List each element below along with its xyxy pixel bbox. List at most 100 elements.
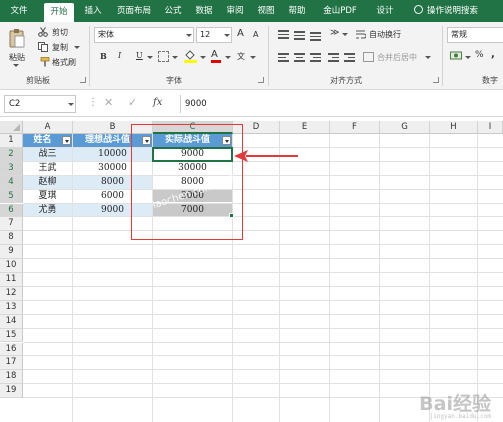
- clipboard-launcher-icon[interactable]: [80, 77, 86, 83]
- paste-dropdown-icon[interactable]: [13, 64, 19, 67]
- column-header-a[interactable]: A: [23, 121, 73, 134]
- row-header-3[interactable]: 3: [0, 161, 23, 176]
- orientation-dropdown-icon[interactable]: [342, 33, 348, 36]
- table-cell[interactable]: 王武: [23, 162, 72, 175]
- row-header-15[interactable]: 15: [0, 328, 23, 343]
- increase-indent-icon[interactable]: [344, 53, 355, 62]
- currency-dropdown-icon[interactable]: [465, 56, 471, 59]
- italic-button[interactable]: I: [118, 51, 121, 60]
- row-header-8[interactable]: 8: [0, 231, 23, 246]
- tab-file[interactable]: 文件: [4, 0, 34, 22]
- border-icon[interactable]: [158, 51, 169, 62]
- tab-insert[interactable]: 插入: [80, 0, 106, 22]
- row-header-10[interactable]: 10: [0, 259, 23, 273]
- column-header-e[interactable]: E: [280, 121, 330, 134]
- merge-center-icon[interactable]: [363, 52, 374, 62]
- row-header-18[interactable]: 18: [0, 370, 23, 385]
- align-left-icon[interactable]: [278, 53, 289, 62]
- row-header-12[interactable]: 12: [0, 286, 23, 301]
- font-color-button[interactable]: A: [211, 49, 221, 63]
- font-name-dropdown-icon[interactable]: [186, 34, 192, 37]
- format-painter-icon[interactable]: [40, 57, 50, 67]
- decrease-font-button[interactable]: A: [253, 30, 258, 39]
- insert-function-icon[interactable]: fx: [153, 97, 162, 108]
- copy-dropdown-icon[interactable]: [74, 46, 80, 49]
- paste-label[interactable]: 粘贴: [9, 52, 25, 63]
- row-header-19[interactable]: 19: [0, 384, 23, 399]
- row-header-13[interactable]: 13: [0, 300, 23, 315]
- align-center-icon[interactable]: [294, 53, 305, 62]
- tab-review[interactable]: 审阅: [222, 0, 248, 22]
- align-middle-icon[interactable]: [294, 31, 305, 40]
- font-color-dropdown-icon[interactable]: [225, 56, 231, 59]
- column-header-i[interactable]: I: [478, 121, 503, 134]
- tab-design[interactable]: 设计: [370, 0, 400, 22]
- comma-button[interactable]: ,: [491, 49, 495, 60]
- orientation-icon[interactable]: ≫: [330, 28, 339, 38]
- row-header-14[interactable]: 14: [0, 314, 23, 329]
- merge-dropdown-icon[interactable]: [425, 56, 431, 59]
- fill-color-icon[interactable]: [184, 49, 197, 63]
- row-header-16[interactable]: 16: [0, 342, 23, 357]
- align-bottom-icon[interactable]: [310, 32, 321, 41]
- row-header-7[interactable]: 7: [0, 217, 23, 232]
- format-painter-button[interactable]: 格式刷: [52, 57, 76, 68]
- tab-help[interactable]: 帮助: [284, 0, 310, 22]
- worksheet-grid[interactable]: A B C D E F G H I 1 2 3 4 5 6 7 8 9 10 11 12 13 14 15 16 17 18 19 姓名…: [0, 121, 503, 422]
- wrap-text-button[interactable]: 自动换行: [369, 29, 401, 40]
- align-top-icon[interactable]: [278, 30, 289, 39]
- phonetic-dropdown-icon[interactable]: [250, 56, 256, 59]
- increase-font-button[interactable]: A: [237, 28, 244, 39]
- cut-button[interactable]: 剪切: [52, 27, 68, 38]
- row-header-5[interactable]: 5: [0, 189, 23, 204]
- phonetic-button[interactable]: 文: [237, 51, 245, 62]
- percent-button[interactable]: %: [475, 50, 484, 60]
- copy-button[interactable]: 复制: [52, 42, 68, 53]
- row-header-17[interactable]: 17: [0, 356, 23, 371]
- row-header-1[interactable]: 1: [0, 134, 23, 148]
- align-right-icon[interactable]: [310, 53, 321, 62]
- fill-color-dropdown-icon[interactable]: [200, 56, 206, 59]
- row-header-9[interactable]: 9: [0, 245, 23, 260]
- column-header-g[interactable]: G: [380, 121, 430, 134]
- row-header-4[interactable]: 4: [0, 175, 23, 190]
- filter-dropdown-icon[interactable]: [62, 136, 71, 145]
- number-format-select[interactable]: 常规: [447, 27, 503, 43]
- name-box[interactable]: C2: [4, 95, 76, 113]
- column-header-f[interactable]: F: [330, 121, 380, 134]
- alignment-launcher-icon[interactable]: [433, 77, 439, 83]
- table-cell[interactable]: 尤勇: [23, 203, 72, 217]
- bold-button[interactable]: B: [100, 51, 107, 61]
- cancel-entry-icon[interactable]: ✕: [104, 96, 113, 109]
- tab-home[interactable]: 开始: [44, 3, 74, 22]
- currency-icon[interactable]: [450, 51, 462, 61]
- font-size-dropdown-icon[interactable]: [224, 34, 230, 37]
- merge-center-button[interactable]: 合并后居中: [377, 52, 417, 63]
- table-cell[interactable]: 赵柳: [23, 175, 72, 189]
- tab-view[interactable]: 视图: [253, 0, 279, 22]
- confirm-entry-icon[interactable]: ✓: [128, 96, 137, 109]
- name-box-dropdown-icon[interactable]: [68, 103, 74, 106]
- scissors-icon[interactable]: [38, 27, 48, 37]
- column-header-h[interactable]: H: [430, 121, 478, 134]
- table-cell[interactable]: 战三: [23, 147, 72, 161]
- tab-data[interactable]: 数据: [191, 0, 217, 22]
- paste-icon[interactable]: [8, 28, 26, 48]
- decrease-indent-icon[interactable]: [328, 53, 339, 62]
- copy-icon[interactable]: [38, 42, 48, 52]
- formula-input[interactable]: 9000: [180, 95, 500, 113]
- underline-dropdown-icon[interactable]: [147, 56, 153, 59]
- font-name-select[interactable]: 宋体: [94, 27, 194, 43]
- row-header-6[interactable]: 6: [0, 203, 23, 218]
- row-header-2[interactable]: 2: [0, 147, 23, 162]
- header-name[interactable]: 姓名: [23, 134, 72, 147]
- select-all-corner[interactable]: [0, 121, 23, 134]
- font-launcher-icon[interactable]: [258, 77, 264, 83]
- wrap-text-icon[interactable]: [356, 29, 367, 39]
- underline-button[interactable]: U: [136, 51, 143, 60]
- row-header-11[interactable]: 11: [0, 273, 23, 287]
- tell-me-search[interactable]: 操作说明搜索: [414, 0, 502, 22]
- tab-page-layout[interactable]: 页面布局: [112, 0, 156, 22]
- tab-formulas[interactable]: 公式: [160, 0, 186, 22]
- border-dropdown-icon[interactable]: [172, 56, 178, 59]
